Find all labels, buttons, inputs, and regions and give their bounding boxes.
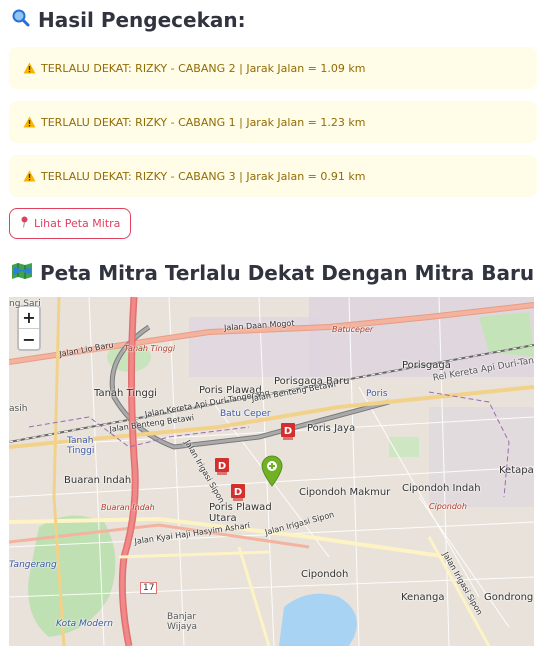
place-label: Tanah Tinggi [94,388,157,399]
place-label: Porisgaga [402,360,451,371]
place-label: Poris Jaya [307,423,356,434]
view-map-button[interactable]: Lihat Peta Mitra [9,208,132,239]
results-heading: Hasil Pengecekan: [12,8,246,32]
pin-icon [20,216,29,231]
mitra-d-marker[interactable]: D [215,458,229,475]
place-label: Kenanga [401,592,445,603]
place-label: Kota Modern [56,619,113,629]
station-label: Batu Ceper [220,409,271,419]
place-label: Gondrong [484,592,534,603]
mitra-d-marker[interactable]: D [231,484,245,501]
svg-text:D: D [234,487,242,498]
alert-text: TERLALU DEKAT: RIZKY - CABANG 3 | Jarak … [41,169,366,183]
alert-text: TERLALU DEKAT: RIZKY - CABANG 2 | Jarak … [41,61,366,75]
svg-text:D: D [284,426,292,437]
alert-text: TERLALU DEKAT: RIZKY - CABANG 1 | Jarak … [41,115,366,129]
map-heading-text: Peta Mitra Terlalu Dekat Dengan Mitra Ba… [40,261,535,285]
alert-cabang-3: TERLALU DEKAT: RIZKY - CABANG 3 | Jarak … [9,155,537,197]
results-heading-text: Hasil Pengecekan: [38,8,246,32]
place-label: Cipondoh Makmur [299,487,391,498]
place-label: ng Sari [9,299,41,309]
mitra-d-marker[interactable]: D [281,423,295,440]
map-heading: Peta Mitra Terlalu Dekat Dengan Mitra Ba… [12,261,534,285]
place-label: Buaran Indah [64,475,132,486]
place-label: Tangerang [9,560,57,570]
warning-icon [23,62,36,74]
place-label: Poris Plawad Utara [209,502,272,524]
place-label: Batuceper [332,325,374,334]
alert-cabang-2: TERLALU DEKAT: RIZKY - CABANG 2 | Jarak … [9,47,537,89]
place-label: Ketapar [499,465,534,476]
place-label: Tanah Tinggi [124,344,176,353]
magnifier-icon [12,9,30,31]
map-icon [12,263,32,283]
zoom-control: + − [17,305,41,351]
partner-map[interactable]: + − Jalan Daan Mogot Jalan Lio Baru Tana… [9,297,534,646]
place-label: Banjar Wijaya [167,612,198,632]
place-label: Cipondoh Indah [402,483,481,494]
zoom-in-button[interactable]: + [19,307,39,328]
place-label: Buaran Indah [101,503,155,512]
place-label: Cipondoh [429,502,467,511]
alert-cabang-1: TERLALU DEKAT: RIZKY - CABANG 1 | Jarak … [9,101,537,143]
view-map-button-label: Lihat Peta Mitra [34,217,121,230]
route-shield: 17 [140,582,158,594]
svg-text:D: D [218,461,226,472]
place-label: asih [9,404,28,414]
new-mitra-pin[interactable] [260,455,284,487]
place-label: Tanah Tinggi [67,436,95,456]
warning-icon [23,170,36,182]
warning-icon [23,116,36,128]
place-label: Cipondoh [301,569,349,580]
station-label: Poris [366,389,388,399]
zoom-out-button[interactable]: − [19,328,39,349]
